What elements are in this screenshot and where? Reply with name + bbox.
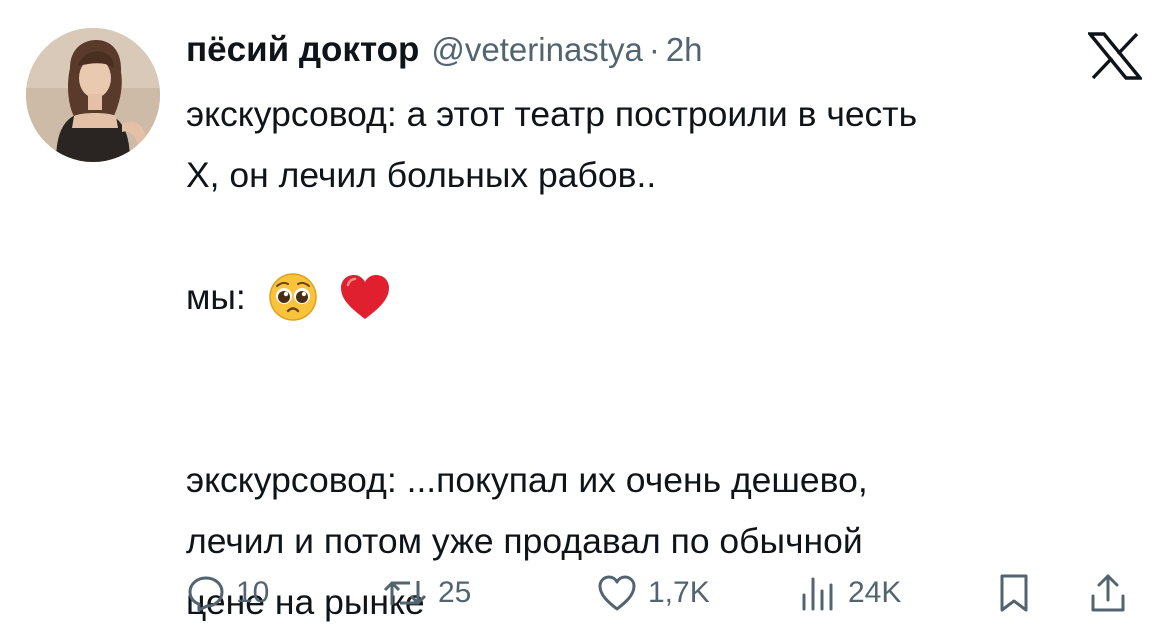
share-icon xyxy=(1088,572,1128,614)
reply-icon xyxy=(186,573,226,613)
bookmark-button[interactable] xyxy=(996,566,1032,620)
tweet-line: экскурсовод: ...покупал их очень дешево, xyxy=(186,460,868,500)
separator-dot: · xyxy=(648,31,660,68)
retweet-icon xyxy=(382,573,428,613)
x-logo-icon[interactable] xyxy=(1088,32,1142,80)
views-count: 24K xyxy=(848,576,902,609)
tweet-line: лечил и потом уже продавал по обычной xyxy=(186,521,863,561)
user-handle[interactable]: @veterinastya xyxy=(431,31,642,69)
timestamp[interactable]: 2h xyxy=(666,31,703,69)
views-button[interactable]: 24K xyxy=(798,566,901,620)
display-name[interactable]: пёсий доктор xyxy=(186,30,419,70)
tweet-card: пёсий доктор @veterinastya · 2h экскурсо… xyxy=(0,0,1170,642)
pleading-face-emoji xyxy=(268,272,318,322)
bookmark-icon xyxy=(996,572,1032,614)
like-count: 1,7K xyxy=(648,576,710,609)
avatar-image xyxy=(26,28,160,162)
heart-icon xyxy=(596,573,638,613)
tweet-line: экскурсовод: а этот театр построили в че… xyxy=(186,94,918,134)
views-icon xyxy=(798,573,838,613)
reply-button[interactable]: 10 xyxy=(186,566,269,620)
tweet-line-text: мы: xyxy=(186,277,246,317)
retweet-button[interactable]: 25 xyxy=(382,566,471,620)
reply-count: 10 xyxy=(236,576,270,609)
tweet-line-with-emoji: мы: xyxy=(186,267,1146,328)
tweet-text: экскурсовод: а этот театр построили в че… xyxy=(186,84,1146,633)
action-bar: 10 25 1,7K 24K xyxy=(186,566,1136,620)
like-button[interactable]: 1,7K xyxy=(596,566,710,620)
tweet-line: Х, он лечил больных рабов.. xyxy=(186,155,657,195)
share-button[interactable] xyxy=(1088,566,1128,620)
retweet-count: 25 xyxy=(438,576,472,609)
red-heart-emoji xyxy=(338,272,392,322)
tweet-header: пёсий доктор @veterinastya · 2h xyxy=(186,26,703,74)
avatar[interactable] xyxy=(26,28,160,162)
